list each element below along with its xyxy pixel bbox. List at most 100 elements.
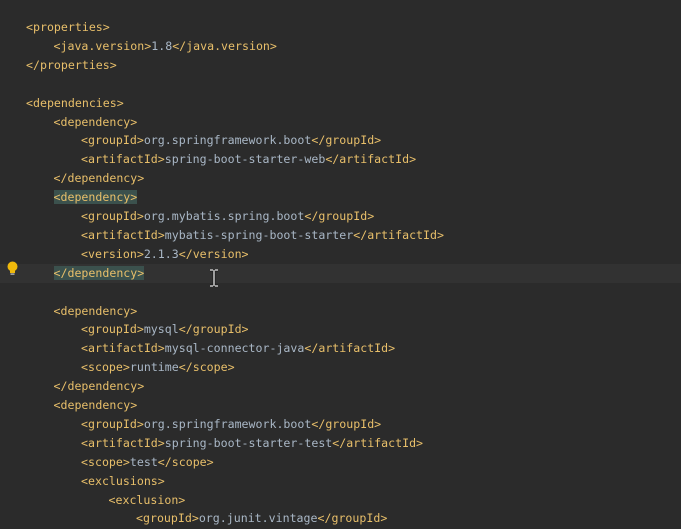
xml-tag: <groupId> [136, 511, 199, 526]
xml-tag: <groupId> [81, 209, 144, 223]
code-line-content: <groupId>org.mybatis.spring.boot</groupI… [81, 207, 374, 226]
code-line-content: <artifactId>mysql-connector-java</artifa… [81, 339, 395, 358]
xml-text: 1.8 [151, 38, 173, 53]
xml-text: 2.1.3 [143, 246, 179, 261]
code-line[interactable]: </properties> [0, 56, 681, 75]
xml-text: org.junit.vintage [198, 511, 318, 526]
code-line[interactable]: <dependencies> [0, 94, 681, 113]
xml-tag: <exclusions> [81, 473, 165, 488]
code-line[interactable]: <groupId>org.mybatis.spring.boot</groupI… [0, 207, 681, 226]
xml-tag: <dependency> [53, 114, 138, 129]
code-line-content: <groupId>mysql</groupId> [81, 320, 249, 339]
code-line-content: <groupId>org.junit.vintage</groupId> [136, 509, 387, 528]
code-line[interactable]: <dependency> [0, 188, 681, 207]
code-line[interactable]: </dependency> [0, 169, 681, 188]
xml-tag: <dependency> [53, 398, 138, 412]
xml-tag: </artifactId> [332, 435, 424, 450]
xml-text: test [129, 454, 158, 469]
xml-tag: </groupId> [178, 322, 249, 337]
xml-tag: </scope> [157, 454, 214, 469]
code-line-content: </dependency> [54, 377, 145, 396]
code-line-content: <dependencies> [26, 94, 124, 113]
xml-text: mysql [143, 322, 179, 337]
code-line[interactable]: <artifactId>spring-boot-starter-test</ar… [0, 434, 681, 453]
code-line[interactable]: <groupId>mysql</groupId> [0, 320, 681, 339]
xml-text: mybatis-spring-boot-starter [164, 227, 354, 242]
code-line-content: <scope>test</scope> [81, 453, 214, 472]
code-line[interactable]: <properties> [0, 18, 681, 37]
code-line[interactable] [0, 283, 681, 302]
xml-tag: <dependencies> [26, 95, 124, 110]
xml-tag: <properties> [26, 20, 110, 34]
xml-tag: </groupId> [317, 511, 388, 526]
code-line[interactable]: <groupId>org.springframework.boot</group… [0, 415, 681, 434]
xml-tag: <groupId> [81, 416, 144, 431]
xml-tag: <artifactId> [81, 227, 165, 242]
code-line-content: <artifactId>spring-boot-starter-web</art… [81, 150, 416, 169]
code-line[interactable]: <dependency> [0, 113, 681, 132]
code-line-content: <groupId>org.springframework.boot</group… [81, 415, 381, 434]
code-line[interactable]: <artifactId>mybatis-spring-boot-starter<… [0, 226, 681, 245]
code-line[interactable]: <artifactId>spring-boot-starter-web</art… [0, 150, 681, 169]
text-cursor-icon [208, 268, 220, 288]
xml-tag: </version> [178, 246, 249, 261]
code-line-content: <dependency> [53, 188, 138, 207]
code-line[interactable]: <groupId>org.junit.vintage</groupId> [0, 509, 681, 528]
lightbulb-icon[interactable] [6, 261, 19, 276]
code-line[interactable]: <dependency> [0, 396, 681, 415]
xml-tag: </groupId> [304, 209, 375, 223]
xml-tag: <groupId> [81, 322, 144, 337]
code-line-content: </dependency> [53, 264, 145, 283]
code-line[interactable]: <scope>test</scope> [0, 453, 681, 472]
code-editor[interactable]: <groupId>org.junit.vintage</groupId> <exc… [0, 0, 681, 529]
xml-tag: </java.version> [172, 38, 277, 53]
code-line[interactable] [0, 75, 681, 94]
code-line[interactable]: <dependency> [0, 302, 681, 321]
code-line[interactable]: <exclusions> [0, 472, 681, 491]
xml-tag: </dependency> [53, 171, 145, 186]
xml-tag: </groupId> [311, 416, 382, 431]
code-line-content: <dependency> [54, 113, 138, 132]
code-line[interactable]: <scope>runtime</scope> [0, 358, 681, 377]
code-line-content: <groupId>org.springframework.boot</group… [81, 131, 381, 150]
code-line-content: <properties> [26, 18, 110, 37]
code-line[interactable]: <groupId>org.springframework.boot</group… [0, 131, 681, 150]
code-line-content: <java.version>1.8</java.version> [54, 37, 277, 56]
xml-tag: <scope> [81, 454, 130, 469]
code-line[interactable]: </dependency> [0, 377, 681, 396]
xml-tag: <dependency> [53, 303, 138, 318]
xml-tag: <java.version> [53, 38, 152, 53]
code-line-content: <scope>runtime</scope> [81, 358, 235, 377]
code-line-content: <dependency> [54, 302, 138, 321]
xml-tag: <groupId> [81, 133, 144, 148]
xml-text: spring-boot-starter-web [164, 152, 326, 167]
xml-text: org.springframework.boot [143, 416, 312, 431]
xml-tag: <version> [81, 246, 144, 261]
xml-tag: </dependency> [53, 379, 145, 394]
xml-tag: <artifactId> [81, 152, 165, 167]
code-line-content: <dependency> [54, 396, 138, 415]
xml-tag: </artifactId> [325, 152, 417, 167]
xml-tag: </properties> [26, 57, 117, 72]
xml-tag: </groupId> [311, 133, 382, 148]
code-line-content: <version>2.1.3</version> [81, 245, 249, 264]
xml-text: runtime [129, 360, 179, 375]
code-line-content: <artifactId>spring-boot-starter-test</ar… [81, 434, 423, 453]
xml-tag: <artifactId> [81, 341, 165, 356]
code-line-content: </dependency> [54, 169, 145, 188]
code-line-content: </properties> [26, 56, 117, 75]
matched-xml-tag: <dependency> [53, 190, 138, 205]
code-line[interactable]: <java.version>1.8</java.version> [0, 37, 681, 56]
current-code-line[interactable]: </dependency> [0, 263, 681, 283]
xml-tag: </scope> [178, 360, 235, 375]
code-line[interactable]: <artifactId>mysql-connector-java</artifa… [0, 339, 681, 358]
xml-text: spring-boot-starter-test [164, 435, 333, 450]
code-line-content: <artifactId>mybatis-spring-boot-starter<… [81, 226, 444, 245]
xml-tag: <exclusion> [108, 492, 186, 507]
code-line-content: <exclusions> [81, 472, 165, 491]
xml-text: org.mybatis.spring.boot [143, 209, 305, 223]
xml-tag: <scope> [81, 360, 130, 375]
code-line[interactable]: <exclusion> [0, 491, 681, 510]
code-line[interactable]: <version>2.1.3</version> [0, 245, 681, 264]
xml-text: mysql-connector-java [164, 341, 305, 356]
